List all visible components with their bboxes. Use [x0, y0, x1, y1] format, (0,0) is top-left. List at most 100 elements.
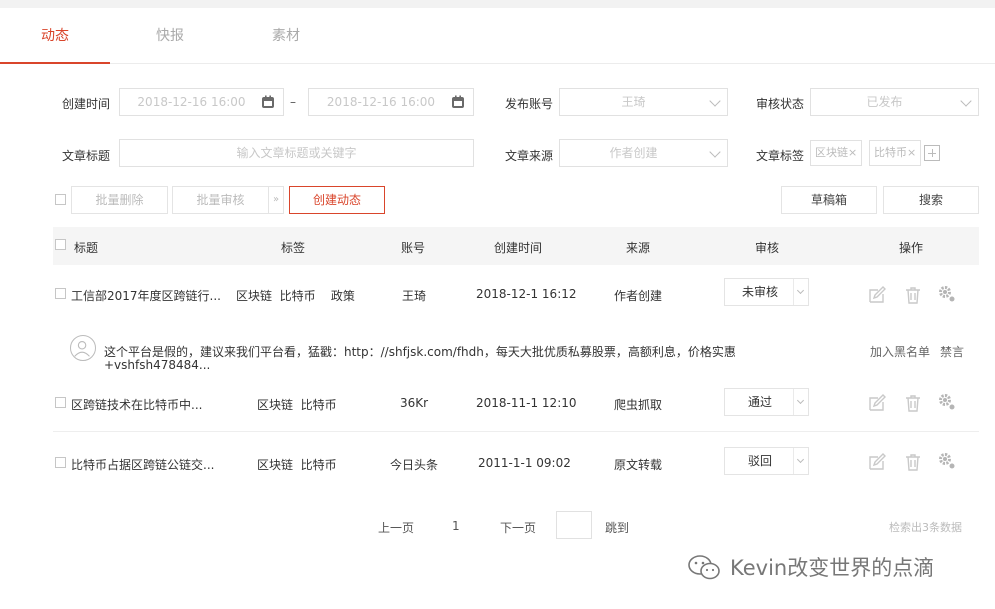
batch-review-dropdown[interactable]: » [268, 186, 284, 214]
jump-button[interactable]: 跳到 [605, 519, 629, 536]
row-review-select[interactable]: 未审核 [724, 278, 809, 306]
chevron-down-icon [709, 95, 721, 107]
column-title: 标题 [74, 241, 99, 255]
select-divider [793, 448, 794, 474]
row-review-value: 未审核 [741, 285, 778, 299]
column-account: 账号 [401, 241, 426, 255]
edit-icon[interactable] [867, 393, 887, 413]
header-checkbox[interactable] [55, 239, 66, 250]
date-end-value: 2018-12-16 16:00 [326, 95, 436, 109]
result-count: 检索出3条数据 [889, 521, 962, 534]
row-account: 王琦 [402, 289, 427, 303]
row-checkbox[interactable] [55, 288, 66, 299]
date-range-separator: – [290, 95, 296, 109]
row-review-select[interactable]: 驳回 [724, 447, 809, 475]
row-source: 爬虫抓取 [614, 398, 663, 412]
add-tag-icon[interactable] [924, 145, 940, 161]
watermark-text: Kevin改变世界的点滴 [730, 556, 935, 580]
column-review: 审核 [755, 241, 780, 255]
column-actions: 操作 [899, 241, 924, 255]
chevron-down-icon [796, 286, 805, 295]
row-account: 36Kr [400, 396, 429, 410]
account-select-value: 王琦 [621, 95, 646, 109]
comment-text-continued: +vshfsh478484... [104, 358, 211, 372]
row-title[interactable]: 工信部2017年度区跨链行... [71, 287, 221, 304]
page-number-1[interactable]: 1 [452, 519, 460, 533]
row-checkbox[interactable] [55, 457, 66, 468]
trash-icon[interactable] [903, 393, 923, 413]
review-status-label: 审核状态 [756, 97, 805, 111]
trash-icon[interactable] [903, 285, 923, 305]
create-time-label: 创建时间 [62, 97, 111, 111]
row-checkbox[interactable] [55, 397, 66, 408]
chevron-down-icon [796, 455, 805, 464]
row-review-select[interactable]: 通过 [724, 388, 809, 416]
calendar-icon [262, 95, 274, 108]
tab-news-flash[interactable]: 快报 [120, 8, 220, 64]
chevron-down-icon [960, 95, 972, 107]
account-label: 发布账号 [505, 97, 554, 111]
select-all-checkbox[interactable] [55, 194, 66, 205]
avatar-icon [70, 335, 96, 361]
date-start-input[interactable]: 2018-12-16 16:00 [119, 88, 284, 116]
add-to-blacklist-link[interactable]: 加入黑名单 [870, 343, 930, 360]
top-strip [0, 0, 995, 8]
page-jump-input[interactable] [556, 511, 592, 539]
row-title[interactable]: 比特币占据区跨链公链交... [71, 456, 214, 473]
tag-chip-blockchain[interactable]: 区块链× [810, 140, 863, 166]
review-status-value: 已发布 [866, 95, 903, 109]
date-start-value: 2018-12-16 16:00 [137, 95, 246, 109]
row-tags: 区块链 比特币 政策 [236, 289, 355, 303]
search-button[interactable]: 搜索 [883, 186, 979, 214]
chevron-down-icon [796, 396, 805, 405]
settings-gear-icon[interactable] [936, 391, 956, 411]
row-create-time: 2011-1-1 09:02 [478, 456, 571, 470]
row-create-time: 2018-11-1 12:10 [476, 396, 577, 410]
table-header: 标题 标签 账号 创建时间 来源 审核 操作 [53, 227, 979, 265]
article-source-select[interactable]: 作者创建 [559, 139, 728, 167]
row-account: 今日头条 [390, 458, 439, 472]
select-divider [793, 389, 794, 415]
row-source: 作者创建 [614, 289, 663, 303]
article-source-value: 作者创建 [609, 146, 658, 160]
column-create-time: 创建时间 [494, 241, 543, 255]
tab-bar: 动态 快报 素材 [0, 8, 995, 64]
column-source: 来源 [626, 241, 651, 255]
tag-chip-bitcoin[interactable]: 比特币× [869, 140, 922, 166]
calendar-icon [452, 95, 464, 108]
edit-icon[interactable] [867, 285, 887, 305]
article-source-label: 文章来源 [505, 149, 554, 163]
tab-dynamics[interactable]: 动态 [0, 8, 110, 64]
row-title[interactable]: 区跨链技术在比特币中... [71, 396, 202, 413]
chevron-down-icon [709, 146, 721, 158]
settings-gear-icon[interactable] [936, 283, 956, 303]
batch-delete-button[interactable]: 批量删除 [71, 186, 168, 214]
article-title-placeholder: 输入文章标题或关键字 [236, 146, 357, 160]
row-review-value: 驳回 [747, 454, 772, 468]
account-select[interactable]: 王琦 [559, 88, 728, 116]
wechat-logo-icon [688, 555, 720, 580]
create-dynamic-button[interactable]: 创建动态 [289, 186, 385, 214]
row-source: 原文转载 [614, 458, 663, 472]
column-tags: 标签 [281, 241, 306, 255]
mute-link[interactable]: 禁言 [940, 343, 964, 360]
row-create-time: 2018-12-1 16:12 [476, 287, 577, 301]
article-title-input[interactable]: 输入文章标题或关键字 [119, 139, 474, 167]
review-status-select[interactable]: 已发布 [810, 88, 979, 116]
edit-icon[interactable] [867, 452, 887, 472]
row-tags: 区块链 比特币 [257, 458, 337, 472]
tab-materials[interactable]: 素材 [236, 8, 336, 64]
drafts-button[interactable]: 草稿箱 [781, 186, 877, 214]
batch-review-button[interactable]: 批量审核 [172, 186, 269, 214]
settings-gear-icon[interactable] [936, 450, 956, 470]
trash-icon[interactable] [903, 452, 923, 472]
row-tags: 区块链 比特币 [257, 398, 337, 412]
article-title-label: 文章标题 [62, 149, 111, 163]
select-divider [793, 279, 794, 305]
row-review-value: 通过 [747, 395, 772, 409]
prev-page-button[interactable]: 上一页 [378, 519, 414, 536]
date-end-input[interactable]: 2018-12-16 16:00 [308, 88, 474, 116]
next-page-button[interactable]: 下一页 [500, 519, 536, 536]
article-tags-label: 文章标签 [756, 149, 805, 163]
row-divider [53, 431, 979, 432]
